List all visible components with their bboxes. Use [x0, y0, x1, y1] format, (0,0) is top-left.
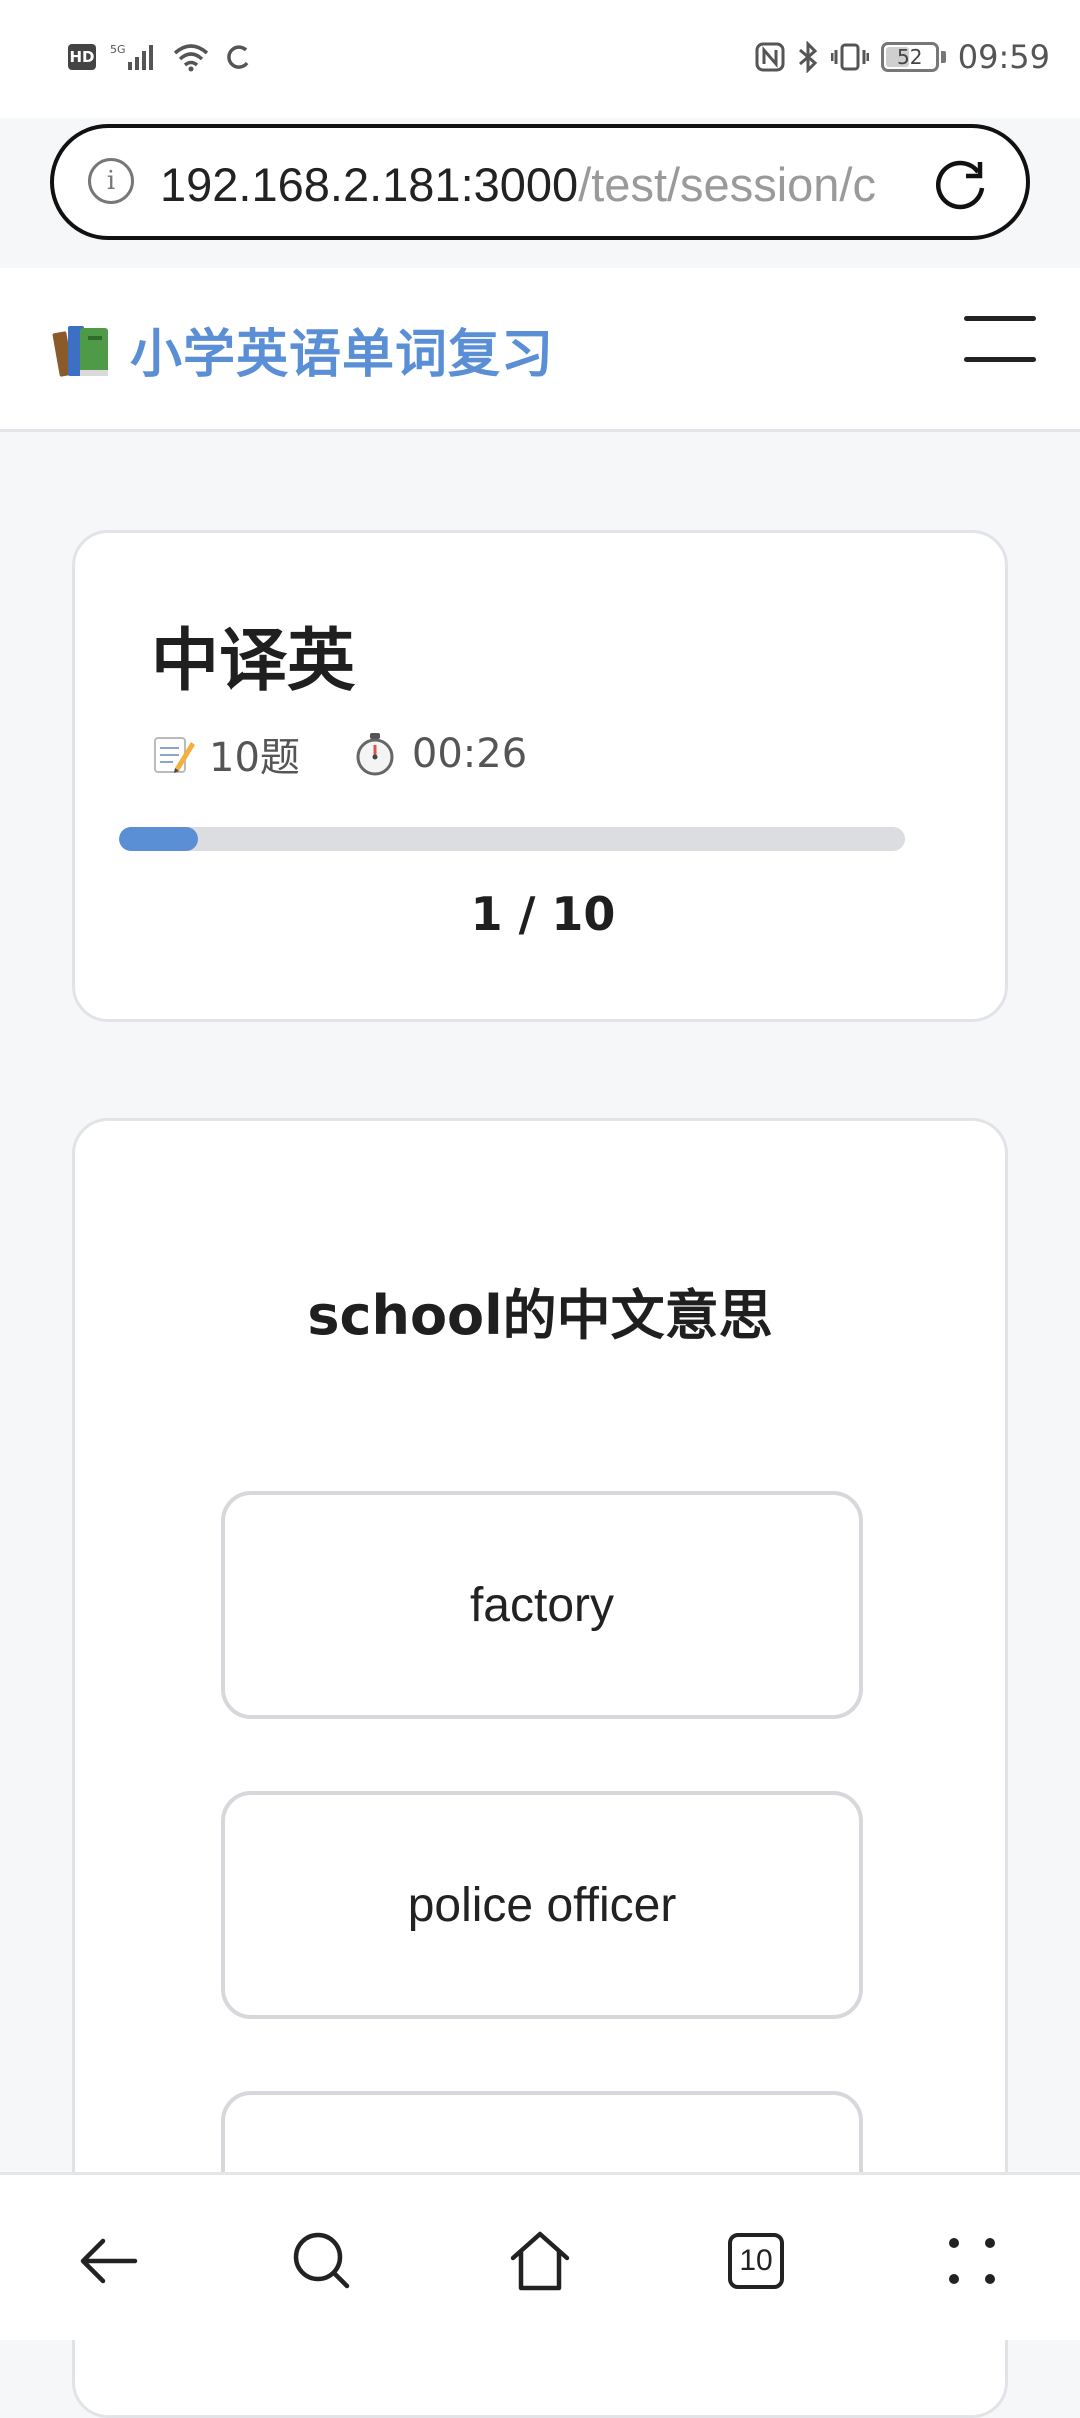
home-button[interactable] [504, 2225, 576, 2297]
status-right-icons: 52 09:59 [755, 38, 1050, 76]
back-button[interactable] [72, 2225, 144, 2297]
progress-bar [119, 827, 905, 851]
hd-badge: HD [68, 44, 96, 70]
nfc-icon [755, 42, 785, 72]
wifi-icon [173, 44, 209, 72]
question-count: 10题 [151, 725, 300, 783]
answer-option[interactable]: factory [221, 1491, 863, 1719]
books-icon[interactable] [50, 318, 114, 382]
menu-line [964, 316, 1036, 321]
timer-value: 00:26 [411, 731, 528, 777]
search-icon [293, 2232, 350, 2289]
progress-fill [119, 827, 198, 851]
site-header: 小学英语单词复习 [0, 268, 1080, 432]
more-dots-icon [949, 2238, 995, 2284]
url-host: 192.168.2.181:3000 [160, 158, 579, 211]
test-title: 中译英 [151, 622, 356, 701]
test-header-card: 中译英 10题 00:26 1 / 10 [72, 530, 1008, 1022]
clock: 09:59 [957, 38, 1050, 76]
battery-icon: 52 [880, 42, 939, 72]
answer-option[interactable]: police officer [221, 1791, 863, 2019]
url-path: /test/session/c [578, 158, 876, 211]
status-left-icons: HD 5G [68, 42, 252, 72]
menu-button[interactable] [964, 316, 1036, 362]
status-bar: HD 5G 52 09:59 [0, 0, 1080, 118]
progress-label: 1 / 10 [470, 887, 616, 941]
question-prompt: school的中文意思 [307, 1284, 773, 1347]
browser-bottom-nav: 10 [0, 2172, 1080, 2340]
url-field[interactable]: 192.168.2.181:3000/test/session/c [160, 155, 942, 215]
more-button[interactable] [936, 2225, 1008, 2297]
reload-icon[interactable] [932, 156, 988, 212]
battery-level: 52 [897, 45, 923, 69]
cellular-signal-icon: 5G [110, 43, 153, 70]
tabs-button[interactable]: 10 [720, 2225, 792, 2297]
memo-icon [154, 737, 195, 773]
site-title[interactable]: 小学英语单词复习 [130, 312, 554, 387]
stopwatch-icon [356, 733, 394, 776]
tab-count: 10 [728, 2233, 784, 2289]
bluetooth-icon [798, 41, 817, 73]
info-icon[interactable]: i [88, 158, 134, 204]
address-bar[interactable]: i 192.168.2.181:3000/test/session/c [50, 124, 1030, 240]
vibrate-icon [830, 43, 869, 71]
home-icon [510, 2231, 570, 2291]
back-arrow-icon [80, 2238, 138, 2284]
question-count-label: 10题 [209, 735, 300, 781]
test-meta: 10题 00:26 [151, 725, 579, 783]
search-button[interactable] [286, 2225, 358, 2297]
timer: 00:26 [352, 731, 527, 777]
svg-text:5G: 5G [110, 43, 126, 56]
battery-tip [940, 51, 946, 63]
menu-line [964, 357, 1036, 362]
sync-icon [227, 45, 249, 69]
